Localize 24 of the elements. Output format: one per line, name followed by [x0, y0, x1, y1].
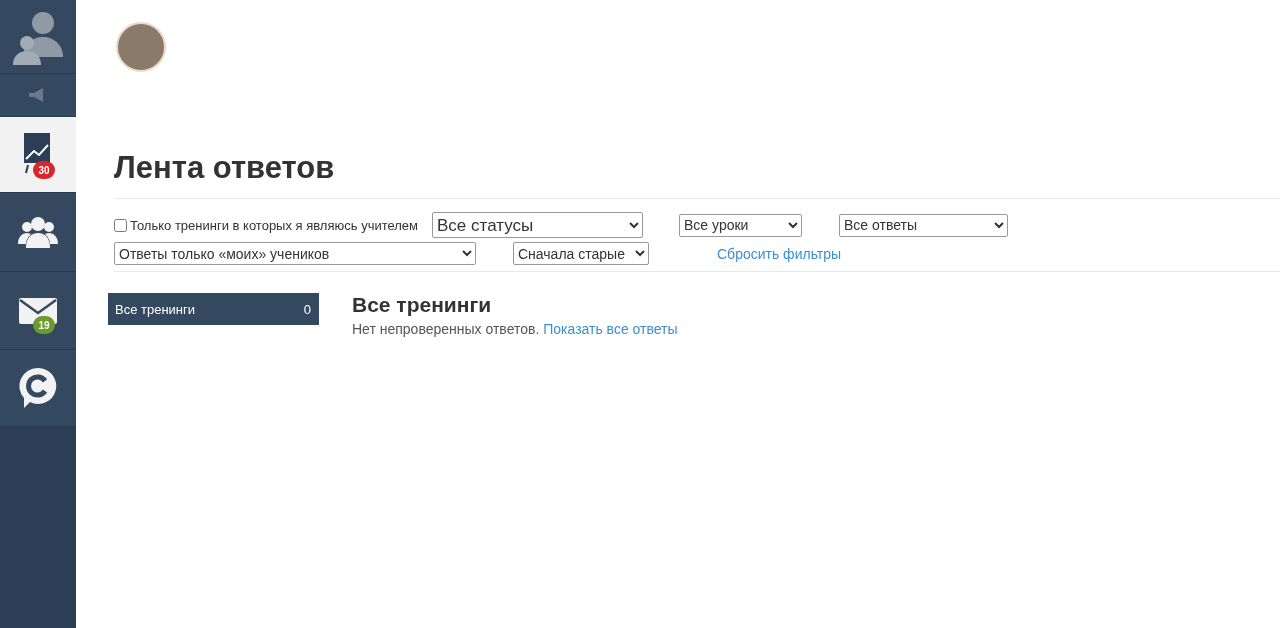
section-heading: Все тренинги — [352, 293, 493, 317]
group-icon — [18, 216, 58, 248]
checkbox[interactable] — [114, 218, 127, 232]
sidebar-item[interactable]: 30 — [0, 117, 76, 193]
sidebar-item[interactable] — [0, 193, 76, 272]
students-select[interactable]: Ответы только «моих» учеников — [114, 242, 476, 265]
count-badge: 30 — [33, 161, 55, 179]
avatar-circle[interactable] — [116, 22, 166, 72]
training-count: 0 — [303, 301, 311, 317]
page-title: Лента ответов — [114, 150, 336, 186]
sidebar-item[interactable] — [0, 350, 76, 427]
reset-filters-link[interactable]: Сбросить фильтры — [717, 245, 842, 262]
checkbox-label: Только тренинги в которых я являюсь учителем — [130, 217, 419, 233]
lessons-select[interactable]: Все уроки — [679, 213, 803, 237]
training-list-item[interactable]: Все тренинги 0 — [108, 293, 319, 325]
empty-message: Нет непроверенных ответов. — [352, 321, 540, 337]
sidebar-item[interactable] — [0, 0, 76, 74]
count-badge: 19 — [33, 316, 55, 334]
status-select[interactable]: Все статусы — [432, 212, 644, 238]
answers-select[interactable]: Все ответы — [839, 213, 1009, 237]
show-all-answers-link[interactable]: Показать все ответы — [543, 321, 678, 337]
sort-select[interactable]: Сначала старые — [513, 242, 649, 265]
training-label: Все тренинги — [115, 301, 196, 317]
chat-bubble-icon — [18, 366, 58, 410]
